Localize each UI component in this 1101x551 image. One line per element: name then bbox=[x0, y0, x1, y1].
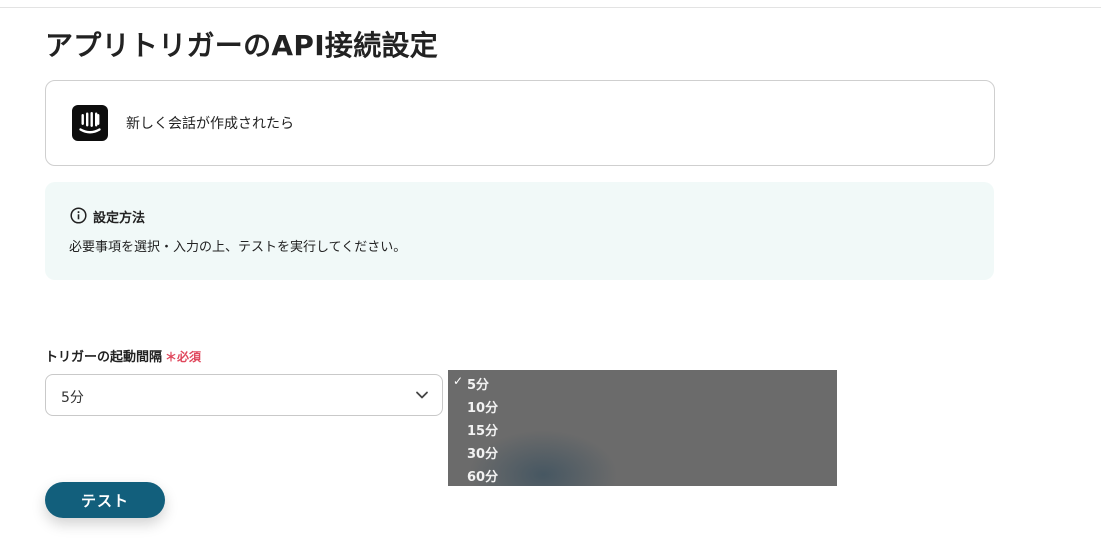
required-mark: ＊ bbox=[165, 350, 178, 364]
check-icon: ✓ bbox=[453, 374, 464, 388]
app-trigger-card[interactable]: 新しく会話が作成されたら bbox=[45, 80, 995, 166]
app-trigger-label: 新しく会話が作成されたら bbox=[126, 116, 294, 132]
page-title: アプリトリガーのAPI接続設定 bbox=[45, 29, 439, 62]
info-circle-icon bbox=[70, 207, 87, 224]
chevron-down-icon bbox=[416, 391, 428, 399]
dropdown-option-15min[interactable]: 15分 bbox=[467, 420, 498, 439]
dropdown-option-5min[interactable]: 5分 bbox=[467, 374, 489, 393]
trigger-interval-label: トリガーの起動間隔 ＊必須 bbox=[45, 346, 201, 365]
required-text: 必須 bbox=[177, 350, 202, 364]
intercom-logo-icon bbox=[72, 105, 108, 141]
info-text: 必要事項を選択・入力の上、テストを実行してください。 bbox=[69, 240, 407, 255]
dropdown-option-10min[interactable]: 10分 bbox=[467, 397, 498, 416]
dropdown-option-30min[interactable]: 30分 bbox=[467, 443, 498, 462]
trigger-interval-dropdown: ✓ 5分 10分 15分 30分 60分 bbox=[448, 370, 837, 486]
dropdown-option-60min[interactable]: 60分 bbox=[467, 466, 498, 485]
select-value: 5分 bbox=[61, 390, 84, 406]
required-indicator: ＊必須 bbox=[165, 350, 201, 364]
trigger-interval-select[interactable]: 5分 bbox=[45, 374, 443, 416]
info-title: 設定方法 bbox=[93, 211, 146, 226]
test-button[interactable]: テスト bbox=[45, 482, 165, 518]
top-divider bbox=[0, 7, 1101, 8]
trigger-interval-label-text: トリガーの起動間隔 bbox=[45, 350, 163, 365]
setup-info-box: 設定方法 必要事項を選択・入力の上、テストを実行してください。 bbox=[45, 182, 994, 280]
